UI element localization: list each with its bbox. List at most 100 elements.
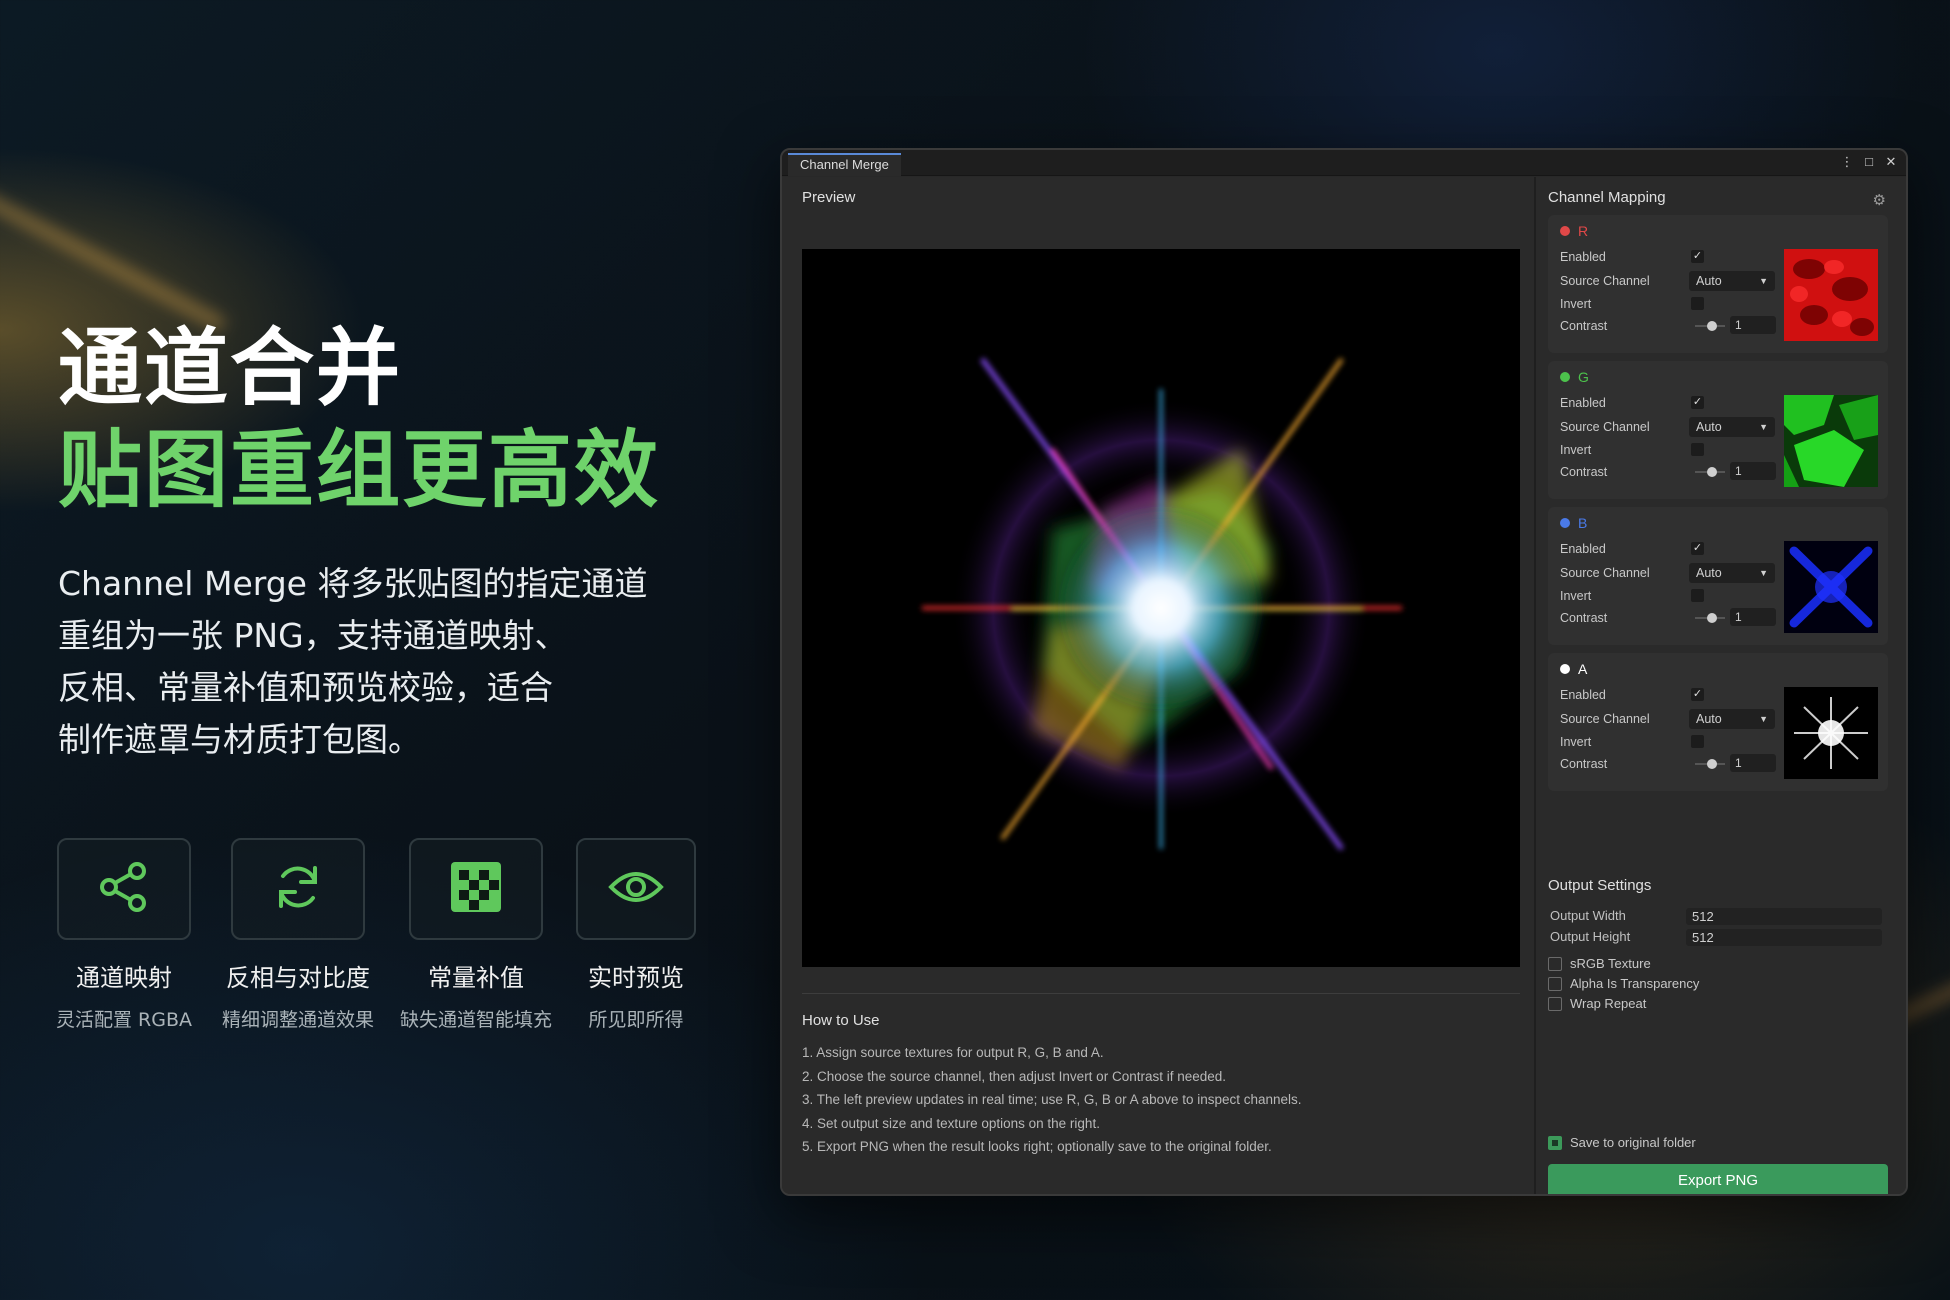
option-label: Alpha Is Transparency <box>1570 976 1700 991</box>
source-channel-label: Source Channel <box>1560 566 1650 580</box>
invert-label: Invert <box>1560 443 1592 457</box>
alpha-transparency-option[interactable]: Alpha Is Transparency <box>1548 976 1699 991</box>
contrast-value[interactable]: 1 <box>1730 462 1776 480</box>
contrast-slider[interactable] <box>1695 759 1725 769</box>
how-to-use-steps: 1. Assign source textures for output R, … <box>802 1041 1520 1159</box>
channel-name: G <box>1578 369 1589 385</box>
source-channel-select[interactable]: Auto ▼ <box>1689 563 1775 583</box>
channel-dot-icon <box>1560 372 1570 382</box>
feature-icon-box <box>409 838 543 940</box>
source-channel-select[interactable]: Auto ▼ <box>1689 709 1775 729</box>
contrast-value[interactable]: 1 <box>1730 608 1776 626</box>
feature-name: 实时预览 <box>588 964 684 992</box>
feature-sub: 精细调整通道效果 <box>221 1009 374 1031</box>
slider-knob[interactable] <box>1707 321 1717 331</box>
enabled-checkbox[interactable]: ✓ <box>1691 396 1704 409</box>
hero-desc-line: 反相、常量补值和预览校验，适合 <box>58 668 553 707</box>
channel-dot-icon <box>1560 664 1570 674</box>
feature-icon-box <box>576 838 696 940</box>
wrap-repeat-checkbox[interactable] <box>1548 996 1562 1011</box>
save-to-original-option[interactable]: Save to original folder <box>1548 1135 1696 1150</box>
output-width-label: Output Width <box>1550 908 1626 923</box>
export-png-button[interactable]: Export PNG <box>1548 1164 1888 1194</box>
feature-icon-box <box>231 838 365 940</box>
invert-label: Invert <box>1560 589 1592 603</box>
gear-icon[interactable]: ⚙ <box>1873 191 1886 209</box>
feature-sub: 所见即所得 <box>588 1009 684 1031</box>
srgb-texture-option[interactable]: sRGB Texture <box>1548 956 1651 971</box>
enabled-checkbox[interactable]: ✓ <box>1691 250 1704 263</box>
dropdown-arrow-icon: ▼ <box>1759 714 1768 724</box>
contrast-slider[interactable] <box>1695 467 1725 477</box>
channel-merge-window: Channel Merge ⋮ □ ✕ Preview How to Use 1… <box>780 148 1908 1196</box>
enabled-label: Enabled <box>1560 396 1606 410</box>
invert-checkbox[interactable] <box>1691 443 1704 456</box>
channel-dot-icon <box>1560 518 1570 528</box>
feature-name: 通道映射 <box>76 964 172 992</box>
preview-title: Preview <box>802 189 856 206</box>
invert-checkbox[interactable] <box>1691 735 1704 748</box>
output-width-field[interactable]: 512 <box>1686 908 1882 925</box>
close-icon[interactable]: ✕ <box>1884 154 1898 170</box>
hero-desc-line: 制作遮罩与材质打包图。 <box>58 720 421 759</box>
channel-card-g: G Enabled ✓ Source Channel Auto ▼ Invert … <box>1548 361 1888 499</box>
maximize-icon[interactable]: □ <box>1862 154 1876 170</box>
more-menu-icon[interactable]: ⋮ <box>1840 154 1854 170</box>
save-to-original-checkbox[interactable] <box>1548 1135 1562 1150</box>
slider-knob[interactable] <box>1707 467 1717 477</box>
slider-knob[interactable] <box>1707 759 1717 769</box>
hero-description: Channel Merge 将多张贴图的指定通道 重组为一张 PNG，支持通道映… <box>58 558 758 766</box>
channel-header[interactable]: A <box>1560 661 1587 677</box>
channel-name: B <box>1578 515 1588 531</box>
channel-mapping-title: Channel Mapping <box>1548 189 1666 206</box>
source-channel-value: Auto <box>1696 712 1722 726</box>
source-channel-select[interactable]: Auto ▼ <box>1689 271 1775 291</box>
how-to-use-section: How to Use 1. Assign source textures for… <box>802 993 1520 1159</box>
contrast-label: Contrast <box>1560 319 1608 333</box>
channel-card-b: B Enabled ✓ Source Channel Auto ▼ Invert … <box>1548 507 1888 645</box>
light-streak-left <box>0 180 225 330</box>
channel-dot-icon <box>1560 226 1570 236</box>
feature-realtime-preview: 实时预览 所见即所得 <box>546 838 726 1032</box>
enabled-checkbox[interactable]: ✓ <box>1691 688 1704 701</box>
channel-r-thumbnail[interactable] <box>1784 249 1878 341</box>
contrast-slider[interactable] <box>1695 321 1725 331</box>
dropdown-arrow-icon: ▼ <box>1759 276 1768 286</box>
contrast-slider[interactable] <box>1695 613 1725 623</box>
invert-checkbox[interactable] <box>1691 589 1704 602</box>
source-channel-select[interactable]: Auto ▼ <box>1689 417 1775 437</box>
option-label: Wrap Repeat <box>1570 996 1647 1011</box>
hero-section: 通道合并 贴图重组更高效 Channel Merge 将多张贴图的指定通道 重组… <box>58 318 758 766</box>
channel-g-thumbnail[interactable] <box>1784 395 1878 487</box>
source-channel-value: Auto <box>1696 566 1722 580</box>
hero-subtitle: 贴图重组更高效 <box>58 421 661 519</box>
contrast-value[interactable]: 1 <box>1730 316 1776 334</box>
output-height-field[interactable]: 512 <box>1686 929 1882 946</box>
window-tab[interactable]: Channel Merge <box>788 153 901 176</box>
dropdown-arrow-icon: ▼ <box>1759 568 1768 578</box>
dropdown-arrow-icon: ▼ <box>1759 422 1768 432</box>
invert-checkbox[interactable] <box>1691 297 1704 310</box>
source-channel-value: Auto <box>1696 274 1722 288</box>
feature-sub: 缺失通道智能填充 <box>399 1009 552 1031</box>
contrast-value[interactable]: 1 <box>1730 754 1776 772</box>
option-label: sRGB Texture <box>1570 956 1651 971</box>
enabled-checkbox[interactable]: ✓ <box>1691 542 1704 555</box>
enabled-label: Enabled <box>1560 250 1606 264</box>
channel-card-r: R Enabled ✓ Source Channel Auto ▼ Invert … <box>1548 215 1888 353</box>
srgb-checkbox[interactable] <box>1548 956 1562 971</box>
invert-label: Invert <box>1560 297 1592 311</box>
channel-header[interactable]: B <box>1560 515 1587 531</box>
wrap-repeat-option[interactable]: Wrap Repeat <box>1548 996 1646 1011</box>
contrast-label: Contrast <box>1560 757 1608 771</box>
alpha-transparency-checkbox[interactable] <box>1548 976 1562 991</box>
channel-a-thumbnail[interactable] <box>1784 687 1878 779</box>
channel-header[interactable]: G <box>1560 369 1589 385</box>
channel-header[interactable]: R <box>1560 223 1588 239</box>
source-channel-label: Source Channel <box>1560 420 1650 434</box>
channel-b-thumbnail[interactable] <box>1784 541 1878 633</box>
slider-knob[interactable] <box>1707 613 1717 623</box>
preview-burst-graphic <box>922 357 1402 851</box>
settings-pane: Channel Mapping ⚙ R Enabled ✓ Source Cha… <box>1536 177 1906 1194</box>
enabled-label: Enabled <box>1560 688 1606 702</box>
